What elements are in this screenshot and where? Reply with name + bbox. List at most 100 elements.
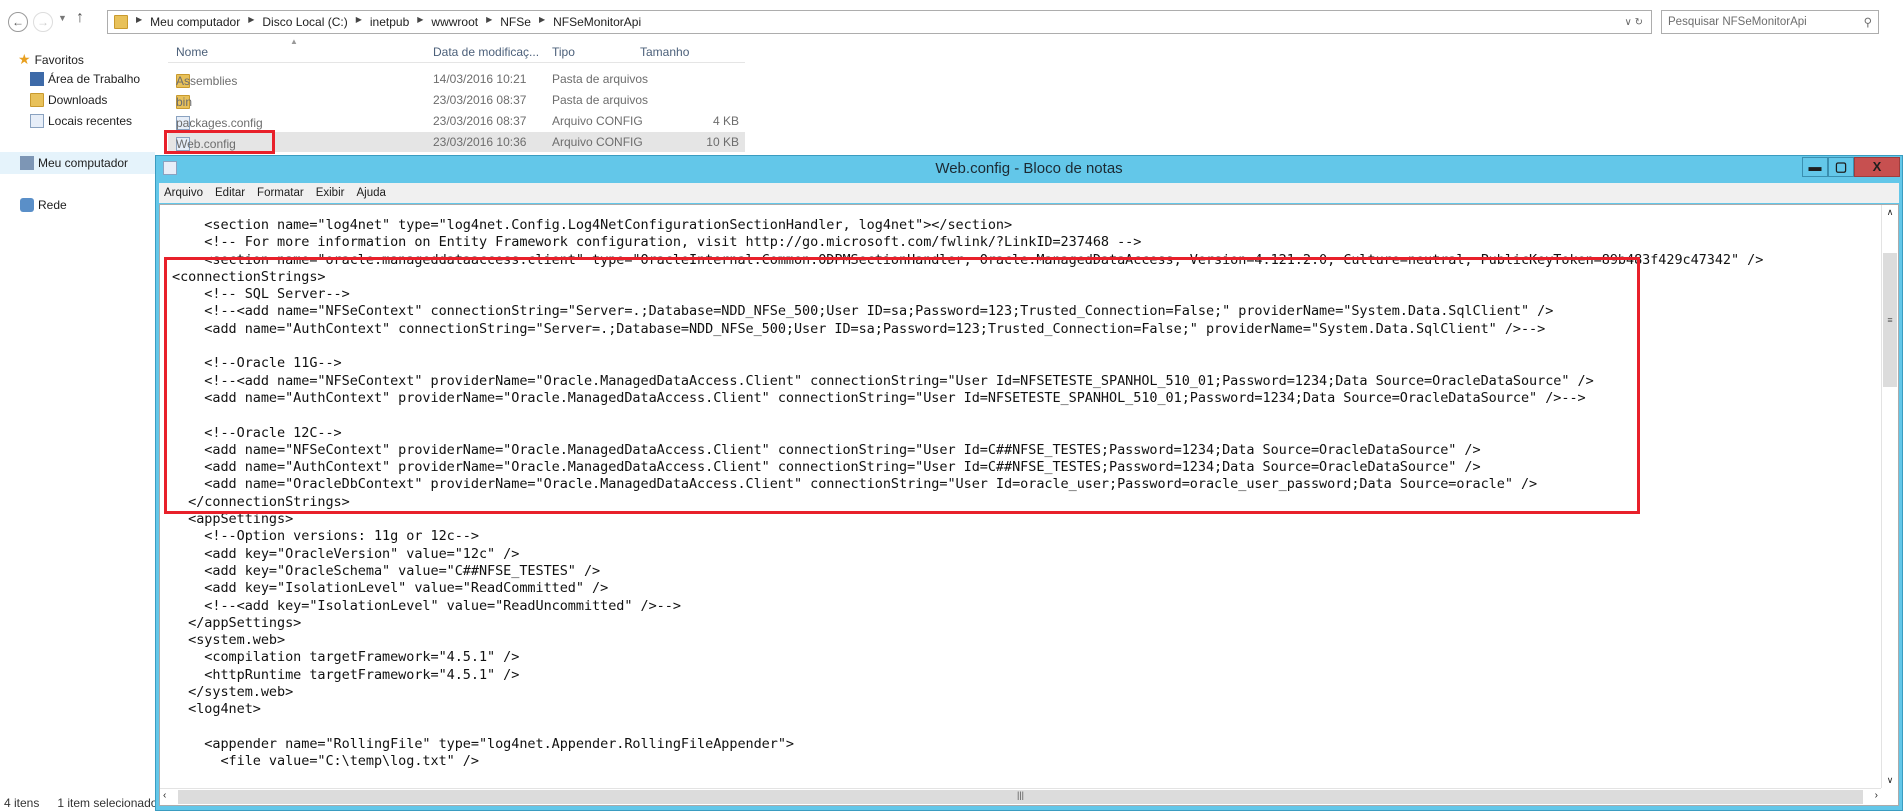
sidebar-label: Downloads	[48, 93, 108, 107]
star-icon: ★	[18, 51, 31, 67]
menu-bar: Arquivo Editar Formatar Exibir Ajuda	[159, 183, 1899, 203]
breadcrumb-item[interactable]: inetpub	[370, 15, 409, 29]
network-icon	[20, 198, 34, 212]
file-size: 4 KB	[712, 114, 739, 128]
file-type: Arquivo CONFIG	[552, 114, 643, 128]
search-placeholder: Pesquisar NFSeMonitorApi	[1668, 16, 1807, 28]
search-icon: ⚲	[1863, 17, 1872, 29]
recent-places-icon	[30, 114, 44, 128]
item-count: 4 itens	[4, 796, 40, 810]
search-box[interactable]: Pesquisar NFSeMonitorApi ⚲	[1661, 10, 1879, 34]
file-name: Assemblies	[176, 74, 238, 88]
code-line: <add key="OracleVersion" value="12c" />	[172, 545, 520, 562]
sidebar-label: Meu computador	[38, 156, 129, 170]
file-list-header: Nome Data de modificaç... Tipo Tamanho ▲	[168, 37, 745, 63]
sidebar-item-desktop[interactable]: Área de Trabalho	[30, 72, 140, 86]
history-dropdown-icon[interactable]: ∨ ↻	[1625, 17, 1643, 28]
breadcrumb-separator-icon[interactable]: ▶	[356, 15, 362, 29]
sidebar-favorites[interactable]: ★ Favoritos	[18, 51, 84, 68]
menu-editar[interactable]: Editar	[215, 187, 245, 199]
code-line: <add key="IsolationLevel" value="ReadCom…	[172, 580, 609, 597]
file-row[interactable]: packages.config 23/03/2016 08:37 Arquivo C…	[168, 111, 745, 131]
file-size: 10 KB	[706, 135, 739, 149]
up-arrow-icon[interactable]: ↑	[76, 9, 84, 27]
computer-icon	[20, 156, 34, 170]
file-date: 23/03/2016 08:37	[433, 114, 527, 128]
sidebar-item-recent[interactable]: Locais recentes	[30, 114, 132, 128]
file-date: 23/03/2016 08:37	[433, 93, 527, 107]
file-name: packages.config	[176, 116, 263, 130]
code-line: <file value="C:\temp\log.txt" />	[172, 753, 479, 770]
minimize-button[interactable]: ▬	[1802, 157, 1828, 177]
sidebar-item-downloads[interactable]: Downloads	[30, 93, 107, 107]
menu-exibir[interactable]: Exibir	[316, 187, 345, 199]
recent-dropdown-icon[interactable]: ▼	[58, 13, 67, 23]
title-bar[interactable]: Web.config - Bloco de notas ▬ ▢ X	[156, 156, 1902, 181]
code-line: <compilation targetFramework="4.5.1" />	[172, 649, 520, 666]
window-title: Web.config - Bloco de notas	[935, 160, 1123, 177]
column-date[interactable]: Data de modificaç...	[433, 45, 539, 59]
breadcrumb-item[interactable]: Meu computador	[150, 15, 240, 29]
column-type[interactable]: Tipo	[552, 45, 575, 59]
breadcrumb: ▶ Meu computador ▶ Disco Local (C:) ▶ inetpub…	[136, 15, 641, 29]
horizontal-scrollbar[interactable]: ‹ ||| ›	[160, 788, 1881, 805]
code-line: <system.web>	[172, 632, 286, 649]
scroll-thumb[interactable]: ≡	[1883, 253, 1897, 387]
breadcrumb-item[interactable]: NFSeMonitorApi	[553, 15, 641, 29]
breadcrumb-item[interactable]: wwwroot	[431, 15, 478, 29]
desktop-icon	[30, 72, 44, 86]
vertical-scrollbar[interactable]: ∧ ≡ ∨	[1881, 205, 1898, 788]
status-bar: 4 itens 1 item selecionado	[4, 796, 157, 810]
code-line: <add key="OracleSchema" value="C##NFSE_T…	[172, 562, 601, 579]
breadcrumb-item[interactable]: Disco Local (C:)	[262, 15, 347, 29]
file-row[interactable]: Assemblies 14/03/2016 10:21 Pasta de arqui…	[168, 69, 745, 89]
code-line: <!-- For more information on Entity Fram…	[172, 234, 1142, 251]
file-type: Arquivo CONFIG	[552, 135, 643, 149]
sort-ascending-icon: ▲	[290, 37, 298, 46]
sidebar-label: Área de Trabalho	[48, 72, 141, 86]
highlight-web-config	[164, 130, 275, 154]
close-button[interactable]: X	[1854, 157, 1900, 177]
address-bar[interactable]: ▶ Meu computador ▶ Disco Local (C:) ▶ inetpub…	[107, 10, 1652, 34]
menu-ajuda[interactable]: Ajuda	[356, 187, 385, 199]
code-line: <appender name="RollingFile" type="log4n…	[172, 735, 794, 752]
highlight-connection-strings	[164, 257, 1640, 514]
sidebar-item-computer[interactable]: Meu computador	[0, 152, 155, 174]
downloads-icon	[30, 93, 44, 107]
breadcrumb-separator-icon[interactable]: ▶	[539, 15, 545, 29]
breadcrumb-separator-icon[interactable]: ▶	[136, 15, 142, 29]
breadcrumb-separator-icon[interactable]: ▶	[248, 15, 254, 29]
maximize-button[interactable]: ▢	[1828, 157, 1854, 177]
file-type: Pasta de arquivos	[552, 93, 649, 107]
column-size[interactable]: Tamanho	[640, 45, 689, 59]
sidebar-label: Locais recentes	[48, 114, 133, 128]
column-name[interactable]: Nome	[176, 45, 208, 59]
code-line: </system.web>	[172, 684, 294, 701]
file-date: 23/03/2016 10:36	[433, 135, 527, 149]
scroll-left-icon[interactable]: ‹	[163, 790, 166, 801]
breadcrumb-separator-icon[interactable]: ▶	[417, 15, 423, 29]
selected-count: 1 item selecionado	[57, 796, 158, 810]
sidebar-item-network[interactable]: Rede	[20, 198, 67, 212]
scroll-down-icon[interactable]: ∨	[1882, 775, 1898, 786]
menu-formatar[interactable]: Formatar	[257, 187, 304, 199]
file-name: bin	[176, 95, 193, 109]
back-button[interactable]: ←	[8, 12, 28, 32]
code-line: <section name="log4net" type="log4net.Co…	[172, 217, 1013, 233]
folder-icon	[114, 15, 128, 29]
h-scroll-thumb[interactable]: |||	[178, 790, 1863, 804]
breadcrumb-separator-icon[interactable]: ▶	[486, 15, 492, 29]
forward-button[interactable]: →	[33, 12, 53, 32]
favorites-label: Favoritos	[34, 52, 84, 67]
code-line: <httpRuntime targetFramework="4.5.1" />	[172, 666, 520, 683]
code-line: <log4net>	[172, 701, 261, 718]
code-line: <!--<add key="IsolationLevel" value="Rea…	[172, 597, 681, 614]
file-row[interactable]: bin 23/03/2016 08:37 Pasta de arquivos	[168, 90, 745, 110]
file-type: Pasta de arquivos	[552, 72, 649, 86]
menu-arquivo[interactable]: Arquivo	[164, 187, 203, 199]
breadcrumb-item[interactable]: NFSe	[500, 15, 531, 29]
scroll-up-icon[interactable]: ∧	[1882, 207, 1898, 218]
code-line: </appSettings>	[172, 614, 302, 631]
scroll-right-icon[interactable]: ›	[1875, 790, 1878, 801]
